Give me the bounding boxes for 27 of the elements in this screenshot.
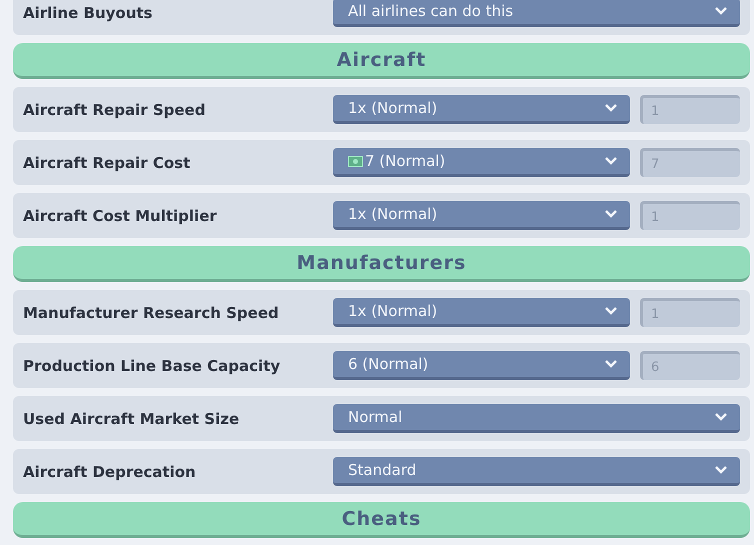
dropdown[interactable]: Standard xyxy=(333,457,740,486)
chevron-down-icon xyxy=(604,306,618,316)
dropdown[interactable]: All airlines can do this xyxy=(333,0,740,27)
dropdown[interactable]: 6 (Normal) xyxy=(333,351,630,380)
section-title: Manufacturers xyxy=(296,252,466,274)
dropdown[interactable]: 7 (Normal) xyxy=(333,148,630,177)
chevron-down-icon xyxy=(714,6,728,16)
dropdown[interactable]: 1x (Normal) xyxy=(333,201,630,230)
setting-label: Used Aircraft Market Size xyxy=(23,410,240,428)
chevron-down-icon xyxy=(714,412,728,422)
chevron-down-icon xyxy=(714,465,728,475)
chevron-down-icon xyxy=(604,359,618,369)
setting-label: Aircraft Deprecation xyxy=(23,462,197,480)
chevron-down-icon xyxy=(604,209,618,219)
setting-label: Manufacturer Research Speed xyxy=(23,304,280,322)
chevron-down-icon xyxy=(604,103,618,113)
setting-label: Aircraft Cost Multiplier xyxy=(23,206,218,224)
setting-label: Production Line Base Capacity xyxy=(23,356,282,374)
setting-label: Aircraft Repair Cost xyxy=(23,154,192,172)
setting-label: Airline Buyouts xyxy=(23,4,154,22)
dropdown[interactable]: 1x (Normal) xyxy=(333,95,630,124)
dropdown[interactable]: Normal xyxy=(333,404,740,433)
setting-label: Aircraft Repair Speed xyxy=(23,100,206,118)
dropdown[interactable]: 1x (Normal) xyxy=(333,298,630,327)
chevron-down-icon xyxy=(604,156,618,166)
section-title: Aircraft xyxy=(336,48,426,70)
section-title: Cheats xyxy=(342,508,422,530)
